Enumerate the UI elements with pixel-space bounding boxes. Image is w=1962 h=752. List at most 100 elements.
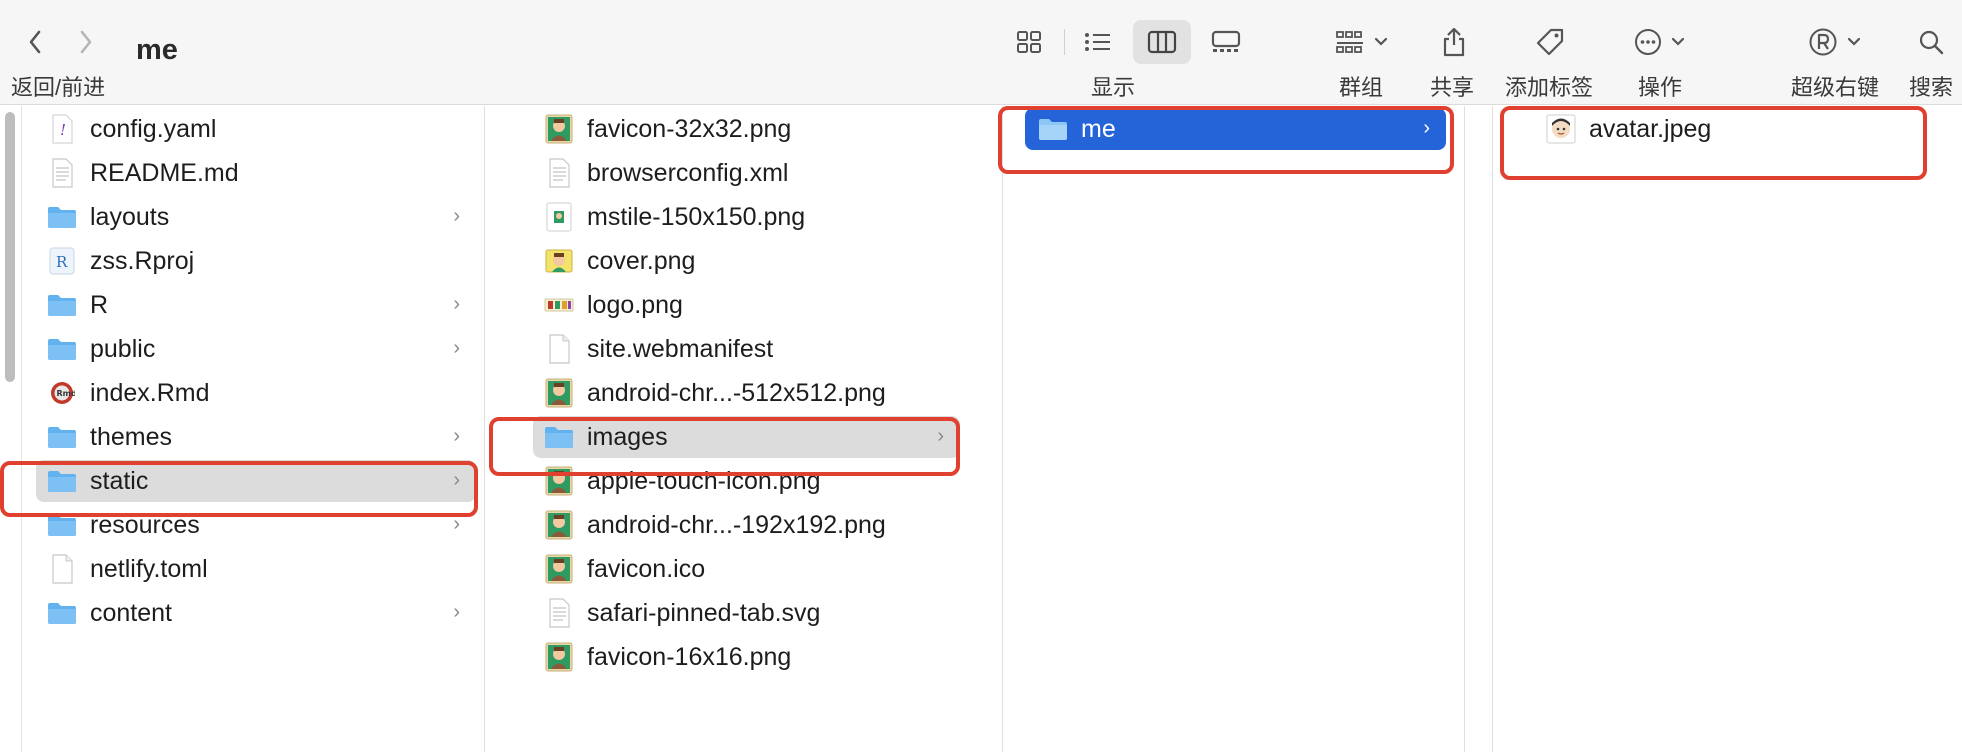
folder-row[interactable]: resources › xyxy=(36,504,476,546)
folder-row[interactable]: static › xyxy=(36,460,476,502)
item-name: avatar.jpeg xyxy=(1589,114,1712,143)
file-row[interactable]: favicon.ico xyxy=(533,548,960,590)
list-view-button[interactable] xyxy=(1069,20,1127,64)
grid-icon xyxy=(1017,31,1041,53)
item-name: static xyxy=(90,466,149,495)
scrollbar-thumb[interactable] xyxy=(5,112,15,382)
item-name: mstile-150x150.png xyxy=(587,202,806,231)
share-button[interactable] xyxy=(1434,20,1474,64)
folder-icon xyxy=(543,422,575,452)
tag-icon xyxy=(1536,28,1564,56)
image-thumbnail-icon xyxy=(543,466,575,496)
file-row[interactable]: cover.png xyxy=(533,240,960,282)
file-row[interactable]: apple-touch-icon.png xyxy=(533,460,960,502)
item-name: README.md xyxy=(90,158,239,187)
file-row[interactable]: browserconfig.xml xyxy=(533,152,960,194)
image-thumbnail-icon xyxy=(543,378,575,408)
item-name: content xyxy=(90,598,173,627)
item-name: images xyxy=(587,422,668,451)
group-button[interactable] xyxy=(1331,20,1393,64)
file-row[interactable]: Rzss.Rproj xyxy=(36,240,476,282)
add-tag-button[interactable] xyxy=(1530,20,1570,64)
display-label: 显示 xyxy=(1090,75,1136,100)
folder-row[interactable]: public › xyxy=(36,328,476,370)
text-document-icon xyxy=(46,158,78,188)
window-title: me xyxy=(136,34,178,66)
rmd-file-icon: Rmd xyxy=(46,378,78,408)
item-name: resources xyxy=(90,510,200,539)
item-name: netlify.toml xyxy=(90,554,208,583)
chevron-right-icon: › xyxy=(1423,117,1430,139)
file-row[interactable]: logo.png xyxy=(533,284,960,326)
column-divider[interactable] xyxy=(1492,106,1493,752)
icon-view-button[interactable] xyxy=(1000,20,1058,64)
folder-icon xyxy=(46,510,78,540)
view-mode-group xyxy=(1000,20,1261,64)
item-name: safari-pinned-tab.svg xyxy=(587,598,821,627)
file-row[interactable]: safari-pinned-tab.svg xyxy=(533,592,960,634)
chevron-left-icon xyxy=(29,30,41,54)
avatar-thumbnail-icon xyxy=(1545,114,1577,144)
item-name: favicon-32x32.png xyxy=(587,114,792,143)
back-button[interactable] xyxy=(17,22,53,62)
item-name: me xyxy=(1081,114,1116,143)
svg-text:Rmd: Rmd xyxy=(57,389,76,398)
file-row[interactable]: mstile-150x150.png xyxy=(533,196,960,238)
file-row[interactable]: avatar.jpeg xyxy=(1515,108,1915,150)
chevron-right-icon xyxy=(80,30,92,54)
svg-text:!: ! xyxy=(60,121,66,139)
image-small-thumbnail-icon xyxy=(543,202,575,232)
column-view-button[interactable] xyxy=(1133,20,1191,64)
column-images: me › xyxy=(1003,106,1464,752)
column-static: favicon-32x32.png browserconfig.xml mstile… xyxy=(513,106,974,752)
file-row[interactable]: android-chr...-512x512.png xyxy=(533,372,960,414)
folder-row[interactable]: content › xyxy=(36,592,476,634)
super-right-button[interactable] xyxy=(1804,20,1866,64)
file-row[interactable]: android-chr...-192x192.png xyxy=(533,504,960,546)
item-name: themes xyxy=(90,422,172,451)
item-name: public xyxy=(90,334,156,363)
folder-row[interactable]: images › xyxy=(533,416,960,458)
item-name: browserconfig.xml xyxy=(587,158,789,187)
file-row[interactable]: favicon-16x16.png xyxy=(533,636,960,678)
share-icon xyxy=(1443,27,1465,57)
file-row[interactable]: ! config.yaml xyxy=(36,108,476,150)
folder-row[interactable]: themes › xyxy=(36,416,476,458)
blank-file-icon xyxy=(543,334,575,364)
column-divider[interactable] xyxy=(484,106,485,752)
folder-icon xyxy=(46,290,78,320)
action-button[interactable] xyxy=(1630,20,1690,64)
forward-button[interactable] xyxy=(68,22,104,62)
folder-row[interactable]: me › xyxy=(1025,108,1446,150)
folder-row[interactable]: R › xyxy=(36,284,476,326)
item-name: android-chr...-192x192.png xyxy=(587,510,886,539)
chevron-right-icon: › xyxy=(453,337,460,359)
super-right-label: 超级右键 xyxy=(1790,75,1880,100)
folder-icon xyxy=(46,334,78,364)
item-name: R xyxy=(90,290,109,319)
gallery-view-button[interactable] xyxy=(1197,20,1255,64)
add-tag-label: 添加标签 xyxy=(1504,75,1594,100)
column-divider[interactable] xyxy=(1464,106,1465,752)
group-label: 群组 xyxy=(1338,75,1384,100)
blank-file-icon xyxy=(46,554,78,584)
action-label: 操作 xyxy=(1637,75,1683,100)
group-icon xyxy=(1336,31,1363,53)
image-thumbnail-icon xyxy=(543,642,575,672)
file-row[interactable]: favicon-32x32.png xyxy=(533,108,960,150)
search-button[interactable] xyxy=(1913,20,1949,64)
file-row[interactable]: Rmd index.Rmd xyxy=(36,372,476,414)
search-label: 搜索 xyxy=(1908,75,1954,100)
image-thumbnail-icon xyxy=(543,510,575,540)
yaml-file-icon: ! xyxy=(46,114,78,144)
file-row[interactable]: netlify.toml xyxy=(36,548,476,590)
column-browser: ! config.yaml README.md layouts › Rzss.Rproj R… xyxy=(0,106,1962,752)
file-row[interactable]: site.webmanifest xyxy=(533,328,960,370)
file-row[interactable]: README.md xyxy=(36,152,476,194)
folder-row[interactable]: layouts › xyxy=(36,196,476,238)
text-document-icon xyxy=(543,598,575,628)
scrollbar-track[interactable] xyxy=(0,106,22,752)
columns-icon xyxy=(1147,30,1177,54)
item-name: android-chr...-512x512.png xyxy=(587,378,886,407)
item-name: cover.png xyxy=(587,246,696,275)
